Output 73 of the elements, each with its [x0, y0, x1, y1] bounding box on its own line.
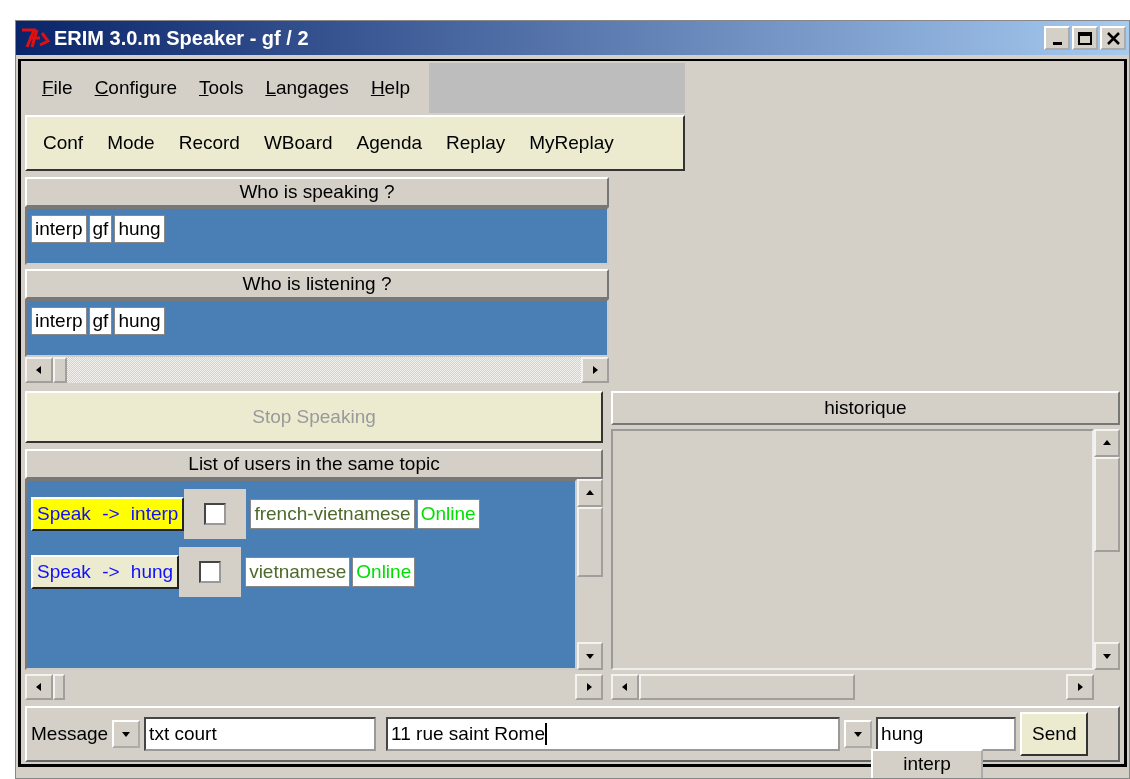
scroll-left-button[interactable] [611, 674, 639, 700]
arrow-down-icon [585, 651, 595, 661]
scroll-up-button[interactable] [1094, 429, 1120, 457]
section-header: historique [611, 391, 1120, 425]
arrow-up-icon [1102, 438, 1112, 448]
toolbar-button[interactable]: Mode [95, 128, 167, 158]
minimize-button[interactable] [1044, 26, 1070, 50]
message-input-field[interactable]: 11 rue saint Rome [386, 717, 841, 751]
arrow-right-icon [590, 365, 600, 375]
checkbox[interactable] [199, 561, 222, 583]
text-cursor [544, 723, 547, 745]
arrow-up-icon [585, 488, 595, 498]
user-chip[interactable]: interp [31, 215, 87, 243]
status-label: Online [352, 557, 416, 587]
scroll-up-button[interactable] [577, 479, 603, 507]
arrow-down-icon [1102, 651, 1112, 661]
scrollbar-thumb[interactable] [577, 507, 603, 577]
minimize-icon [1052, 41, 1062, 45]
scroll-right-button[interactable] [575, 674, 603, 700]
recipient-field[interactable]: hung [876, 717, 1017, 751]
send-button[interactable]: Send [1020, 712, 1089, 756]
scroll-left-button[interactable] [25, 357, 53, 383]
arrow-right-icon [1075, 682, 1085, 692]
caret-down-icon [853, 729, 864, 739]
toolbar-button[interactable]: Conf [31, 128, 96, 158]
scrollbar-thumb[interactable] [1094, 457, 1120, 552]
scroll-down-button[interactable] [577, 642, 603, 670]
section-header: Who is listening ? [25, 269, 609, 299]
scroll-right-button[interactable] [1066, 674, 1094, 700]
language-label: french-vietnamese [250, 499, 415, 529]
menu-item[interactable]: File [31, 77, 84, 99]
user-chip[interactable]: interp [31, 307, 87, 335]
close-button[interactable] [1100, 26, 1126, 50]
toolbar-button[interactable]: WBoard [251, 128, 345, 158]
user-chip[interactable]: hung [114, 215, 165, 243]
menu-item[interactable]: Help [359, 77, 421, 99]
message-label: Message [31, 723, 109, 745]
arrow-right-icon [584, 682, 594, 692]
dropdown-button[interactable] [844, 720, 873, 748]
message-type-field[interactable]: txt court [144, 717, 377, 751]
toolbar-button[interactable]: Agenda [344, 128, 435, 158]
maximize-button[interactable] [1072, 26, 1098, 50]
toolbar-button[interactable]: MyReplay [517, 128, 626, 158]
window-title: ERIM 3.0.m Speaker - gf / 2 [54, 26, 310, 50]
menu-item[interactable]: Langages [254, 77, 360, 99]
arrow-left-icon [34, 682, 44, 692]
user-chip[interactable]: gf [88, 307, 113, 335]
scrollbar-thumb[interactable] [639, 674, 855, 700]
maximize-icon [1078, 31, 1092, 45]
speak-button[interactable]: Speak -> interp [31, 497, 185, 531]
arrow-left-icon [620, 682, 630, 692]
menu-item[interactable]: Tools [188, 77, 255, 99]
scroll-right-button[interactable] [581, 357, 609, 383]
scroll-left-button[interactable] [25, 674, 53, 700]
caret-down-icon [121, 729, 132, 739]
status-label: Online [416, 499, 480, 529]
close-icon [1106, 31, 1120, 45]
scroll-down-button[interactable] [1094, 642, 1120, 670]
checkbox[interactable] [204, 503, 227, 525]
scrollbar-thumb[interactable] [53, 674, 65, 700]
user-chip[interactable]: gf [88, 215, 113, 243]
dropdown-button[interactable] [112, 720, 141, 748]
toolbar-button[interactable]: Replay [434, 128, 518, 158]
speak-button[interactable]: Speak -> hung [31, 555, 180, 589]
section-header: List of users in the same topic [25, 449, 603, 479]
language-label: vietnamese [245, 557, 351, 587]
section-header: Who is speaking ? [25, 177, 609, 207]
dropdown-item[interactable]: interp [903, 753, 951, 775]
arrow-left-icon [34, 365, 44, 375]
toolbar-button[interactable]: Record [166, 128, 252, 158]
scrollbar-thumb[interactable] [53, 357, 67, 383]
menu-item[interactable]: Configure [83, 77, 189, 99]
user-chip[interactable]: hung [114, 307, 165, 335]
